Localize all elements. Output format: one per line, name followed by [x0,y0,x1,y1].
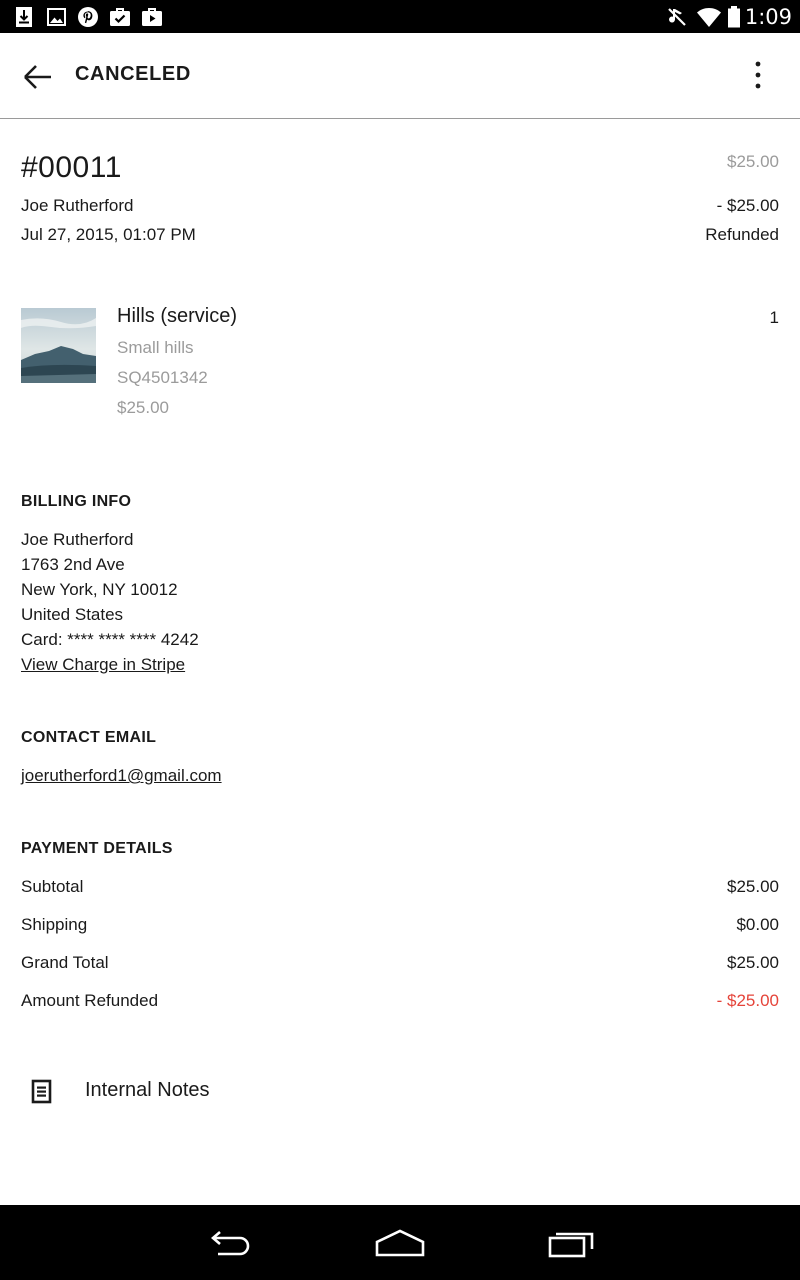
billing-heading: BILLING INFO [21,493,132,510]
billing-city: New York, NY 10012 [21,580,178,599]
nav-back-icon[interactable] [200,1223,260,1263]
briefcase-play-icon [142,8,162,26]
status-time: 1:09 [744,5,792,29]
item-name: Hills (service) [117,305,237,327]
wifi-icon [697,8,721,27]
payment-heading: PAYMENT DETAILS [21,840,173,857]
contact-heading: CONTACT EMAIL [21,729,157,746]
image-icon [47,8,66,26]
mute-icon [668,8,686,26]
download-icon [16,7,32,27]
shipping-label: Shipping [21,915,88,934]
nav-home-icon[interactable] [370,1223,430,1263]
nav-recents-icon[interactable] [542,1223,602,1263]
billing-name: Joe Rutherford [21,530,134,549]
refund-amount: - $25.00 [716,196,779,215]
subtotal-label: Subtotal [21,877,84,896]
item-quantity: 1 [769,308,779,327]
order-number: #00011 [21,151,122,184]
subtotal-value: $25.00 [727,877,779,896]
internal-notes-row[interactable]: Internal Notes [0,1060,800,1124]
view-charge-in-stripe-link[interactable]: View Charge in Stripe [21,655,185,675]
pinterest-icon [78,7,98,27]
page-title: CANCELED [75,63,191,85]
back-arrow-icon[interactable] [18,57,58,97]
amount-refunded-label: Amount Refunded [21,991,159,1010]
app-bar: CANCELED [0,33,800,119]
billing-street: 1763 2nd Ave [21,555,125,574]
briefcase-check-icon [110,8,130,26]
amount-refunded-value: - $25.00 [716,991,779,1010]
grand-total-value: $25.00 [727,953,779,972]
order-customer: Joe Rutherford [21,196,134,215]
status-bar: 1:09 [0,0,800,33]
order-total: $25.00 [727,152,779,171]
grand-total-label: Grand Total [21,953,109,972]
item-price: $25.00 [117,398,169,417]
internal-notes-label: Internal Notes [85,1079,210,1101]
item-thumbnail[interactable] [21,308,96,383]
contact-email-link[interactable]: joerutherford1@gmail.com [21,766,222,786]
navigation-bar [0,1205,800,1280]
refund-status: Refunded [705,225,779,244]
notes-document-icon [31,1079,52,1104]
billing-card: Card: **** **** **** 4242 [21,630,199,649]
order-date: Jul 27, 2015, 01:07 PM [21,225,196,244]
shipping-value: $0.00 [736,915,779,934]
more-vert-icon[interactable] [742,57,774,97]
item-sku: SQ4501342 [117,368,208,387]
billing-country: United States [21,605,124,624]
item-variant: Small hills [117,338,194,357]
battery-icon [728,6,740,28]
